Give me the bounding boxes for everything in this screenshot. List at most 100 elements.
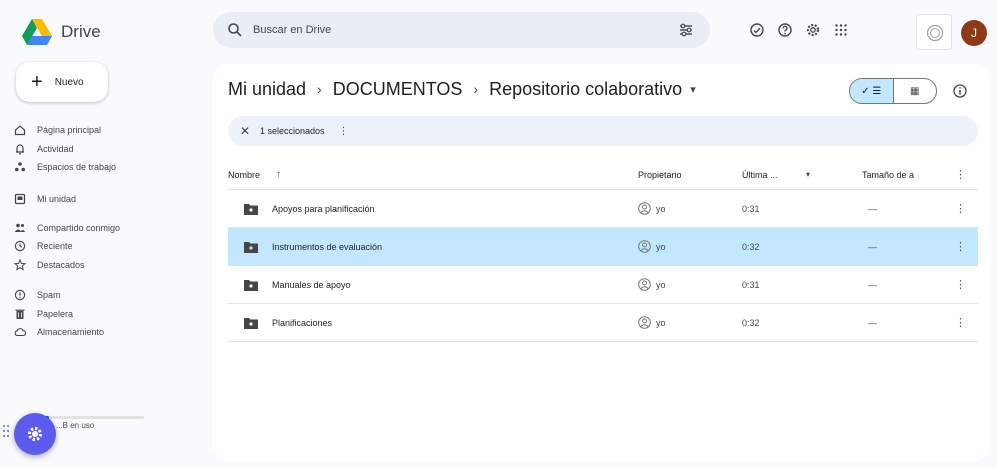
owner-name: yo <box>656 241 666 252</box>
column-owner[interactable]: Propietario <box>638 160 682 189</box>
sidebar-item-storage[interactable]: Almacenamiento <box>14 323 104 341</box>
search-bar[interactable] <box>213 12 710 48</box>
storage-bar <box>44 416 144 419</box>
sidebar-item-workspaces[interactable]: Espacios de trabajo <box>14 158 116 176</box>
sidebar-item-activity[interactable]: Actividad <box>14 140 74 158</box>
sidebar-item-label: Destacados <box>37 260 85 270</box>
column-size[interactable]: Tamaño de a <box>862 160 914 189</box>
table-row-selected[interactable]: Instrumentos de evaluación yo 0:32 — ⋮ <box>228 228 978 266</box>
modified-time: 0:31 <box>742 203 760 214</box>
owner-cell: yo <box>638 304 666 341</box>
owner-name: yo <box>656 317 666 328</box>
organization-seal-icon <box>926 24 944 42</box>
sidebar-item-starred[interactable]: Destacados <box>14 256 85 274</box>
gear-icon <box>28 427 42 441</box>
file-name: Apoyos para planificación <box>272 203 375 214</box>
sidebar-item-label: Actividad <box>37 144 74 154</box>
sidebar-item-label: Página principal <box>37 125 102 135</box>
shared-icon <box>14 223 26 232</box>
chevron-down-icon[interactable]: ▾ <box>690 83 696 96</box>
floating-assistant-button[interactable] <box>14 413 56 455</box>
help-icon[interactable] <box>777 22 793 38</box>
file-size: — <box>868 203 877 214</box>
selection-count: 1 seleccionados <box>260 126 325 136</box>
sidebar-item-trash[interactable]: Papelera <box>14 305 73 323</box>
table-row[interactable]: Apoyos para planificación yo 0:31 — ⋮ <box>228 190 978 228</box>
file-name: Manuales de apoyo <box>272 279 351 290</box>
more-actions-icon[interactable]: ⋮ <box>339 126 349 137</box>
search-icon[interactable] <box>227 22 243 38</box>
info-icon[interactable] <box>952 83 968 99</box>
sort-arrow-icon[interactable]: ↑ <box>276 160 281 189</box>
more-options-icon[interactable]: ⋮ <box>955 228 966 265</box>
search-options-icon[interactable] <box>678 22 694 38</box>
sidebar-item-label: Spam <box>37 290 61 300</box>
column-modified[interactable]: Última ... <box>742 160 778 189</box>
user-icon <box>638 202 651 215</box>
sidebar-item-home[interactable]: Página principal <box>14 121 101 139</box>
chevron-right-icon: › <box>317 81 322 97</box>
spam-icon <box>14 289 26 301</box>
sidebar-item-spam[interactable]: Spam <box>14 286 61 304</box>
settings-icon[interactable] <box>805 22 821 38</box>
sidebar-item-my-drive[interactable]: Mi unidad <box>14 190 76 208</box>
cloud-icon <box>14 328 26 337</box>
search-input[interactable] <box>253 18 653 42</box>
sidebar-item-label: Espacios de trabajo <box>37 162 117 172</box>
file-size: — <box>868 279 877 290</box>
file-name: Planificaciones <box>272 317 333 328</box>
star-icon <box>14 259 26 271</box>
sidebar-item-label: Mi unidad <box>37 194 77 204</box>
top-icons <box>749 22 849 38</box>
shared-folder-icon <box>244 304 258 341</box>
more-options-icon[interactable]: ⋮ <box>955 266 966 303</box>
top-bar: Drive Buscar en Drive J <box>0 0 997 64</box>
sidebar-item-label: Papelera <box>37 309 74 319</box>
trash-icon <box>15 309 25 319</box>
column-name[interactable]: Nombre <box>228 160 260 189</box>
clock-icon <box>14 240 26 252</box>
grid-view-button[interactable]: ▦ <box>892 79 937 103</box>
main-panel: Mi unidad › DOCUMENTOS › Repositorio col… <box>212 64 991 461</box>
home-icon <box>14 125 26 136</box>
chevron-down-icon[interactable]: ▾ <box>806 160 810 189</box>
storage-used-text: ...B en uso <box>56 421 95 430</box>
chevron-right-icon: › <box>473 81 479 97</box>
owner-cell: yo <box>638 228 666 265</box>
breadcrumb-current-folder[interactable]: Repositorio colaborativo <box>489 79 682 100</box>
modified-time: 0:31 <box>742 279 760 290</box>
sidebar-item-shared[interactable]: Compartido conmigo <box>14 219 120 237</box>
new-button-label: Nuevo <box>54 76 84 88</box>
owner-cell: yo <box>638 190 666 227</box>
owner-cell: yo <box>638 266 666 303</box>
sidebar-item-label: Reciente <box>37 241 73 251</box>
column-options-icon[interactable]: ⋮ <box>955 160 966 189</box>
more-options-icon[interactable]: ⋮ <box>955 304 966 341</box>
close-icon[interactable]: ✕ <box>240 124 252 138</box>
sidebar-item-label: Compartido conmigo <box>37 223 121 233</box>
file-name: Instrumentos de evaluación <box>272 241 383 252</box>
file-size: — <box>868 241 877 252</box>
breadcrumb-documentos[interactable]: DOCUMENTOS <box>333 79 463 100</box>
drive-logo[interactable]: Drive <box>22 19 101 45</box>
table-row[interactable]: Planificaciones yo 0:32 — ⋮ <box>228 304 978 342</box>
account-avatar[interactable]: J <box>961 20 987 46</box>
breadcrumb-my-drive[interactable]: Mi unidad <box>228 79 306 100</box>
new-button[interactable]: + Nuevo <box>16 62 108 102</box>
file-size: — <box>868 317 877 328</box>
modified-time: 0:32 <box>742 317 760 328</box>
offline-status-icon[interactable] <box>749 22 765 38</box>
organization-logo[interactable] <box>916 14 952 50</box>
list-view-button[interactable]: ✓ ☰ <box>850 79 893 103</box>
sidebar-item-recent[interactable]: Reciente <box>14 237 73 255</box>
apps-grid-icon[interactable] <box>833 22 849 38</box>
owner-name: yo <box>656 279 666 290</box>
user-icon <box>638 316 651 329</box>
plus-icon: + <box>31 71 43 93</box>
more-options-icon[interactable]: ⋮ <box>955 190 966 227</box>
view-toggle: ✓ ☰ ▦ <box>849 78 937 104</box>
table-row[interactable]: Manuales de apoyo yo 0:31 — ⋮ <box>228 266 978 304</box>
shared-folder-icon <box>244 228 258 265</box>
drag-handle-icon[interactable] <box>2 424 10 438</box>
workspaces-icon <box>15 162 25 172</box>
